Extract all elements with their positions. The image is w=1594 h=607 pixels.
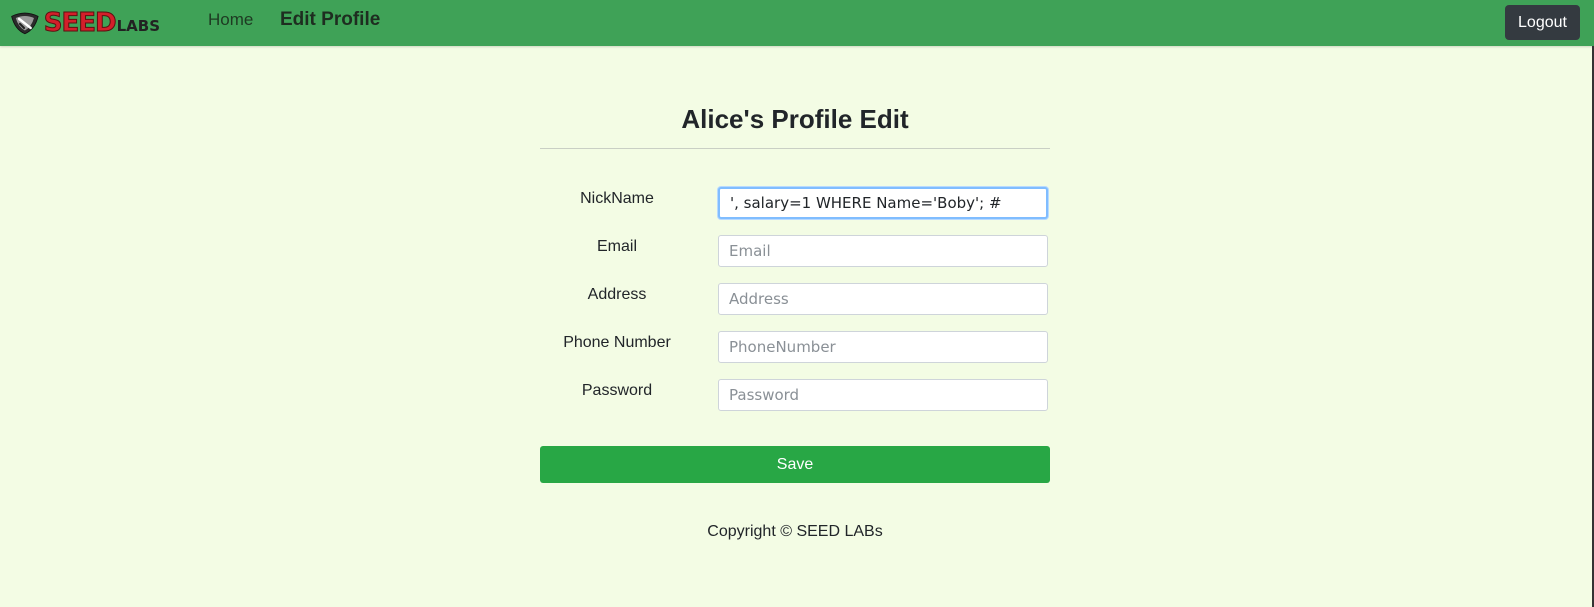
seed-labs-logo-icon — [11, 12, 39, 35]
password-label: Password — [581, 382, 653, 399]
top-navbar: SEED LABS Home Edit Profile Logout — [0, 0, 1594, 46]
nickname-label: NickName — [580, 190, 654, 207]
email-label: Email — [596, 238, 637, 255]
email-input[interactable] — [718, 235, 1048, 267]
logout-button[interactable]: Logout — [1505, 5, 1580, 40]
brand-labs: LABS — [116, 17, 160, 35]
phone-number-label: Phone Number — [563, 334, 671, 351]
nav-edit-profile-link[interactable]: Edit Profile — [280, 9, 380, 31]
nav-home-link[interactable]: Home — [208, 10, 253, 30]
title-divider — [540, 148, 1050, 149]
password-input[interactable] — [718, 379, 1048, 411]
address-label: Address — [587, 286, 647, 303]
nickname-input[interactable] — [718, 187, 1048, 219]
phone-number-input[interactable] — [718, 331, 1048, 363]
page-title: Alice's Profile Edit — [681, 104, 909, 134]
seed-labs-logo[interactable]: SEED LABS — [10, 7, 160, 39]
address-input[interactable] — [718, 283, 1048, 315]
copyright-footer: Copyright © SEED LABs — [707, 523, 883, 540]
save-button[interactable]: Save — [540, 446, 1050, 483]
brand-seed: SEED — [43, 8, 117, 39]
seed-labs-wordmark: SEED LABS — [43, 8, 160, 39]
